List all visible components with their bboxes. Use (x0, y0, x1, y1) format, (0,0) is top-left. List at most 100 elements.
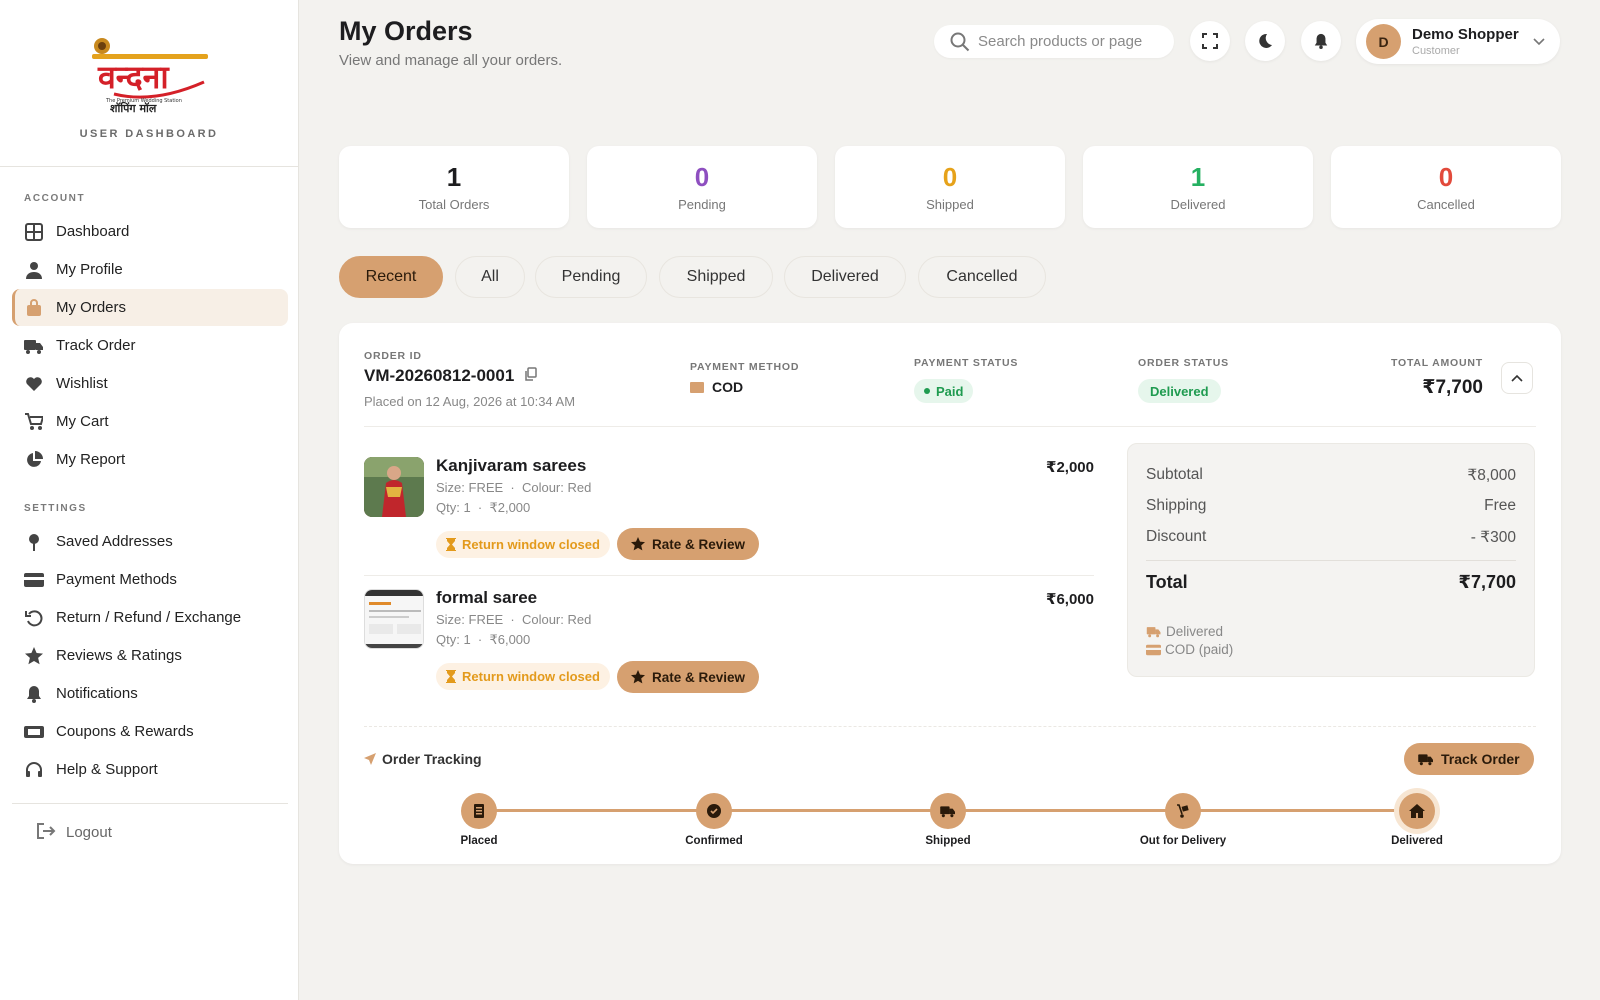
settings-heading: SETTINGS (24, 503, 87, 514)
product-title[interactable]: formal saree (436, 588, 537, 608)
delivery-note: Delivered (1166, 624, 1224, 639)
tab-delivered[interactable]: Delivered (784, 256, 906, 298)
truck-icon (24, 336, 44, 356)
page-subtitle: View and manage all your orders. (339, 52, 563, 69)
product-colour: Colour: Red (521, 612, 592, 627)
star-icon (631, 670, 645, 684)
sidebar-item-track-order[interactable]: Track Order (12, 327, 288, 364)
hourglass-icon (446, 670, 456, 683)
stat-label: Shipped (926, 197, 974, 212)
product-unit-price: ₹2,000 (489, 500, 531, 515)
summary-value: ₹8,000 (1467, 467, 1516, 484)
wallet-icon (690, 382, 704, 393)
sidebar-item-wishlist[interactable]: Wishlist (12, 365, 288, 402)
payment-method-value: COD (712, 379, 744, 395)
summary-divider (1146, 560, 1516, 561)
heart-icon (24, 374, 44, 394)
stat-shipped: 0 Shipped (835, 146, 1065, 228)
sidebar-item-saved-addresses[interactable]: Saved Addresses (12, 523, 288, 560)
order-summary: Subtotal ₹8,000 Shipping Free Discount - ₹3… (1127, 443, 1535, 677)
summary-subtotal: Subtotal ₹8,000 (1146, 466, 1516, 485)
dolly-icon (1165, 793, 1201, 829)
order-status-badge: Delivered (1138, 379, 1221, 403)
tracking-step-delivered: Delivered (1357, 793, 1477, 847)
summary-label: Subtotal (1146, 466, 1203, 483)
tab-shipped[interactable]: Shipped (659, 256, 773, 298)
sidebar-item-my-report[interactable]: My Report (12, 441, 288, 478)
tab-all[interactable]: All (455, 256, 525, 298)
product-title[interactable]: Kanjivaram sarees (436, 456, 586, 476)
product-variant: Size: FREE · Colour: Red (436, 612, 592, 627)
brand-area: वन्दना The Premium Wedding Station शॉपिं… (0, 0, 298, 167)
sidebar-item-label: Dashboard (56, 223, 130, 240)
payment-status-label: PAYMENT STATUS (914, 357, 1019, 369)
payment-status-value: Paid (936, 383, 964, 399)
sidebar-item-my-cart[interactable]: My Cart (12, 403, 288, 440)
undo-icon (24, 608, 44, 628)
product-colour: Colour: Red (521, 480, 592, 495)
sidebar-item-label: Saved Addresses (56, 533, 173, 550)
sidebar-item-notifications[interactable]: Notifications (12, 675, 288, 712)
return-window-text: Return window closed (462, 537, 600, 552)
card-icon (1146, 644, 1161, 655)
tab-cancelled[interactable]: Cancelled (918, 256, 1046, 298)
svg-text:वन्दना: वन्दना (97, 58, 170, 96)
sidebar-item-label: My Orders (56, 299, 127, 316)
summary-total: Total ₹7,700 (1146, 572, 1516, 593)
page-title: My Orders (339, 16, 473, 46)
tracking-step-out-for-delivery: Out for Delivery (1123, 793, 1243, 847)
rate-review-button[interactable]: Rate & Review (617, 528, 760, 560)
logout-icon (36, 822, 56, 842)
stat-total-orders: 1 Total Orders (339, 146, 569, 228)
stat-label: Cancelled (1417, 197, 1475, 212)
notifications-button[interactable] (1301, 21, 1341, 61)
sidebar-item-label: Notifications (56, 685, 138, 702)
summary-value: - ₹300 (1470, 529, 1516, 546)
logout-label: Logout (66, 823, 112, 841)
payment-note: COD (paid) (1165, 642, 1234, 657)
sidebar-item-reviews-ratings[interactable]: Reviews & Ratings (12, 637, 288, 674)
theme-toggle-button[interactable] (1245, 21, 1285, 61)
tab-recent[interactable]: Recent (339, 256, 443, 298)
order-tracking-title: Order Tracking (364, 751, 482, 767)
user-menu[interactable]: D Demo Shopper Customer (1356, 19, 1560, 64)
user-name: Demo Shopper (1412, 26, 1519, 43)
fullscreen-button[interactable] (1190, 21, 1230, 61)
copy-icon[interactable] (524, 366, 538, 386)
stat-value: 0 (942, 162, 958, 192)
fullscreen-icon (1202, 33, 1218, 49)
tab-pending[interactable]: Pending (535, 256, 647, 298)
track-order-button[interactable]: Track Order (1404, 743, 1534, 775)
rate-review-button[interactable]: Rate & Review (617, 661, 760, 693)
sidebar-item-my-orders[interactable]: My Orders (12, 289, 288, 326)
brand-logo[interactable]: वन्दना The Premium Wedding Station शॉपिं… (84, 32, 214, 115)
main-content: My Orders View and manage all your order… (299, 0, 1600, 1000)
return-window-badge: Return window closed (436, 663, 610, 690)
sidebar-item-payment-methods[interactable]: Payment Methods (12, 561, 288, 598)
pie-icon (24, 450, 44, 470)
stat-label: Total Orders (418, 197, 490, 212)
product-price: ₹2,000 (1046, 459, 1094, 476)
sidebar-item-help-support[interactable]: Help & Support (12, 751, 288, 788)
product-unit-price: ₹6,000 (489, 632, 531, 647)
card-icon (24, 570, 44, 590)
product-image[interactable] (364, 589, 424, 649)
sidebar-item-my-profile[interactable]: My Profile (12, 251, 288, 288)
track-order-label: Track Order (1441, 751, 1520, 767)
settings-nav: Saved Addresses Payment Methods Return /… (12, 523, 288, 789)
stat-label: Delivered (1170, 197, 1226, 212)
sidebar-item-dashboard[interactable]: Dashboard (12, 213, 288, 250)
sidebar-item-label: Payment Methods (56, 571, 177, 588)
sidebar-item-return-refund-exchange[interactable]: Return / Refund / Exchange (12, 599, 288, 636)
sidebar-item-label: Track Order (56, 337, 136, 354)
return-window-badge: Return window closed (436, 531, 610, 558)
logout-button[interactable]: Logout (36, 822, 112, 842)
product-image[interactable] (364, 457, 424, 517)
product-size: Size: FREE (436, 612, 504, 627)
sidebar-item-coupons-rewards[interactable]: Coupons & Rewards (12, 713, 288, 750)
product-variant: Size: FREE · Colour: Red (436, 480, 592, 495)
collapse-button[interactable] (1501, 362, 1533, 394)
product-price: ₹6,000 (1046, 591, 1094, 608)
product-qty: Qty: 1 · ₹6,000 (436, 632, 531, 647)
search-input[interactable]: Search products or page (934, 25, 1174, 58)
